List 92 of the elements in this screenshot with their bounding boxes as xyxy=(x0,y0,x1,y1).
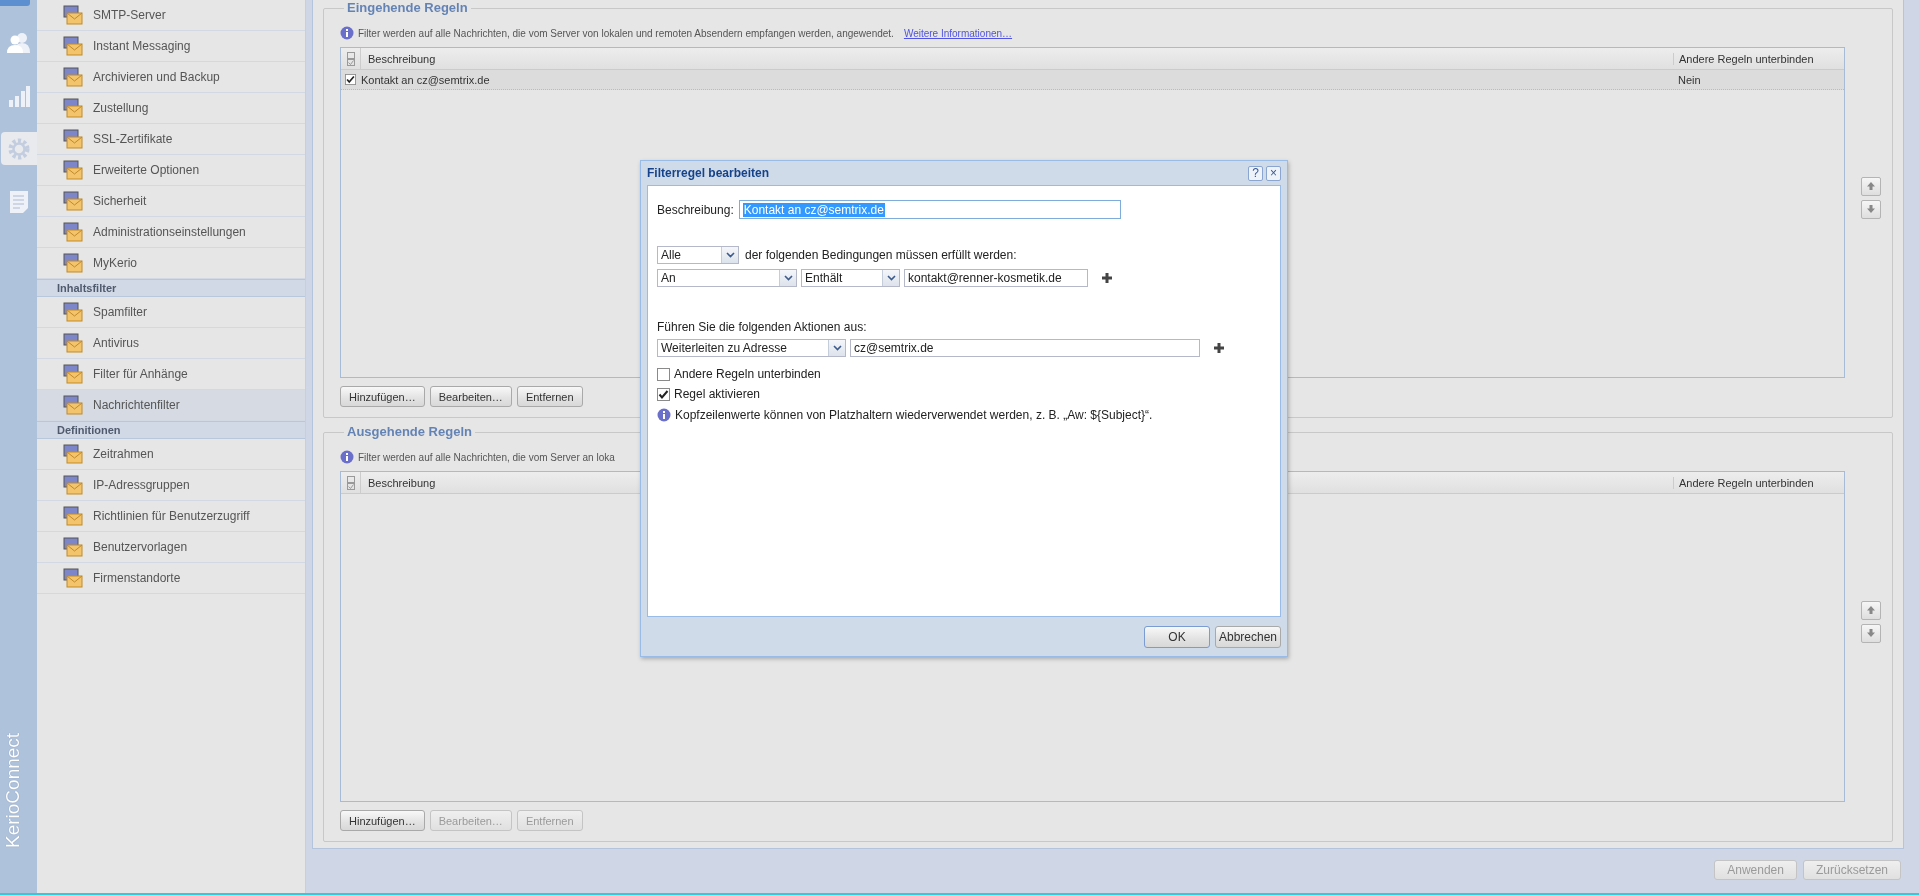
dialog-title: Filterregel bearbeiten xyxy=(647,166,770,180)
envelope-icon xyxy=(62,160,84,180)
condition-value-field[interactable]: kontakt@renner-kosmetik.de xyxy=(904,269,1088,287)
move-up-button[interactable] xyxy=(1861,176,1881,196)
table-cell-text: Nein xyxy=(1677,73,1702,86)
dropdown[interactable]: Enthält xyxy=(801,269,900,287)
sidebar-item[interactable]: Firmenstandorte xyxy=(37,563,305,594)
add-button[interactable]: Hinzufügen… xyxy=(340,386,425,407)
envelope-icon xyxy=(62,333,84,353)
checkbox[interactable] xyxy=(345,74,356,85)
section-label: Führen Sie die folgenden Aktionen aus: xyxy=(657,320,867,334)
sidebar-item[interactable]: Zeitrahmen xyxy=(37,439,305,470)
sidebar-item[interactable]: Zustellung xyxy=(37,93,305,124)
envelope-icon xyxy=(62,537,84,557)
sidebar-item[interactable]: Administrationseinstellungen xyxy=(37,217,305,248)
sidebar-item[interactable]: Instant Messaging xyxy=(37,31,305,62)
dropdown[interactable]: Weiterleiten zu Adresse xyxy=(657,339,846,357)
column-header: Andere Regeln unterbinden xyxy=(1673,52,1844,65)
section-title: Ausgehende Regeln xyxy=(344,424,475,439)
dropdown[interactable]: An xyxy=(657,269,797,287)
move-down-button[interactable] xyxy=(1861,623,1881,643)
section-heading: Definitionen xyxy=(37,421,305,439)
sidebar-item[interactable]: Sicherheit xyxy=(37,186,305,217)
ok-button[interactable]: OK xyxy=(1144,626,1210,648)
info-text: Filter werden auf alle Nachrichten, die vom Server an loka xyxy=(358,451,615,463)
field-label: Beschreibung: xyxy=(657,202,734,217)
column-header: Andere Regeln unterbinden xyxy=(1673,476,1844,489)
checkbox-label: Andere Regeln unterbinden xyxy=(674,367,821,381)
table-cell-text: Kontakt an cz@semtrix.de xyxy=(360,73,491,86)
envelope-icon xyxy=(62,222,84,242)
envelope-icon xyxy=(62,364,84,384)
arrow-up-icon xyxy=(1866,181,1876,191)
envelope-icon xyxy=(62,395,84,415)
checkbox-column-icon xyxy=(346,51,355,66)
edit-button[interactable]: Bearbeiten… xyxy=(429,386,512,407)
section-heading: Inhaltsfilter xyxy=(37,279,305,297)
envelope-icon xyxy=(62,302,84,322)
caret-icon xyxy=(783,275,793,281)
sidebar-item[interactable]: IP-Adressgruppen xyxy=(37,470,305,501)
arrow-up-icon xyxy=(1866,605,1876,615)
checkbox[interactable] xyxy=(657,387,670,401)
sidebar-item[interactable]: SSL-Zertifikate xyxy=(37,124,305,155)
envelope-icon xyxy=(62,36,84,56)
section-title: Eingehende Regeln xyxy=(344,0,471,15)
info-icon xyxy=(340,450,354,464)
users-icon[interactable] xyxy=(5,31,32,54)
arrow-down-icon xyxy=(1866,628,1876,638)
plus-icon[interactable] xyxy=(1102,273,1112,283)
plus-icon[interactable] xyxy=(1214,343,1224,353)
envelope-icon xyxy=(62,444,84,464)
sidebar-item[interactable]: Benutzervorlagen xyxy=(37,532,305,563)
sidebar-item[interactable]: Spamfilter xyxy=(37,297,305,328)
remove-button[interactable]: Entfernen xyxy=(516,386,583,407)
envelope-icon xyxy=(62,98,84,118)
caret-icon xyxy=(886,275,896,281)
envelope-icon xyxy=(62,129,84,149)
column-header: Beschreibung xyxy=(367,476,437,489)
sidebar-item[interactable]: Erweiterte Optionen xyxy=(37,155,305,186)
envelope-icon xyxy=(62,568,84,588)
more-info-link[interactable]: Weitere Informationen… xyxy=(903,27,1013,39)
help-button[interactable]: ? xyxy=(1248,165,1263,181)
sidebar-item[interactable]: Archivieren und Backup xyxy=(37,62,305,93)
envelope-icon xyxy=(62,67,84,87)
column-header: Beschreibung xyxy=(367,52,437,65)
envelope-icon xyxy=(62,253,84,273)
info-icon xyxy=(340,26,354,40)
move-up-button[interactable] xyxy=(1861,600,1881,620)
checkbox[interactable] xyxy=(657,367,670,381)
info-text: Filter werden auf alle Nachrichten, die vom Server von lokalen und remoten Absendern empfangen werden, angewendet. xyxy=(358,27,894,39)
add-button[interactable]: Hinzufügen… xyxy=(340,810,425,831)
cancel-button[interactable]: Abbrechen xyxy=(1215,626,1281,648)
caret-icon xyxy=(725,252,735,258)
info-icon xyxy=(657,408,671,422)
checkbox-label: Regel aktivieren xyxy=(674,387,761,401)
sidebar-item[interactable]: Nachrichtenfilter xyxy=(37,390,305,421)
envelope-icon xyxy=(62,191,84,211)
move-down-button[interactable] xyxy=(1861,199,1881,219)
sidebar-item[interactable]: SMTP-Server xyxy=(37,0,305,31)
brand-name: KerioConnect xyxy=(2,732,24,848)
arrow-down-icon xyxy=(1866,204,1876,214)
close-button[interactable]: × xyxy=(1266,165,1281,181)
sidebar-item[interactable]: Richtlinien für Benutzerzugriff xyxy=(37,501,305,532)
hint-text: Kopfzeilenwerte können von Platzhaltern wiederverwendet werden, z. B. „Aw: ${Subject}“. xyxy=(675,408,1153,422)
checkbox-column-icon xyxy=(346,475,355,490)
caret-icon xyxy=(832,345,842,351)
dropdown[interactable]: Alle xyxy=(657,246,739,264)
envelope-icon xyxy=(62,5,84,25)
envelope-icon xyxy=(62,475,84,495)
action-value-field[interactable]: cz@semtrix.de xyxy=(850,339,1200,357)
condition-text: der folgenden Bedingungen müssen erfüllt werden: xyxy=(745,248,1017,262)
sidebar-item[interactable]: Antivirus xyxy=(37,328,305,359)
envelope-icon xyxy=(62,506,84,526)
